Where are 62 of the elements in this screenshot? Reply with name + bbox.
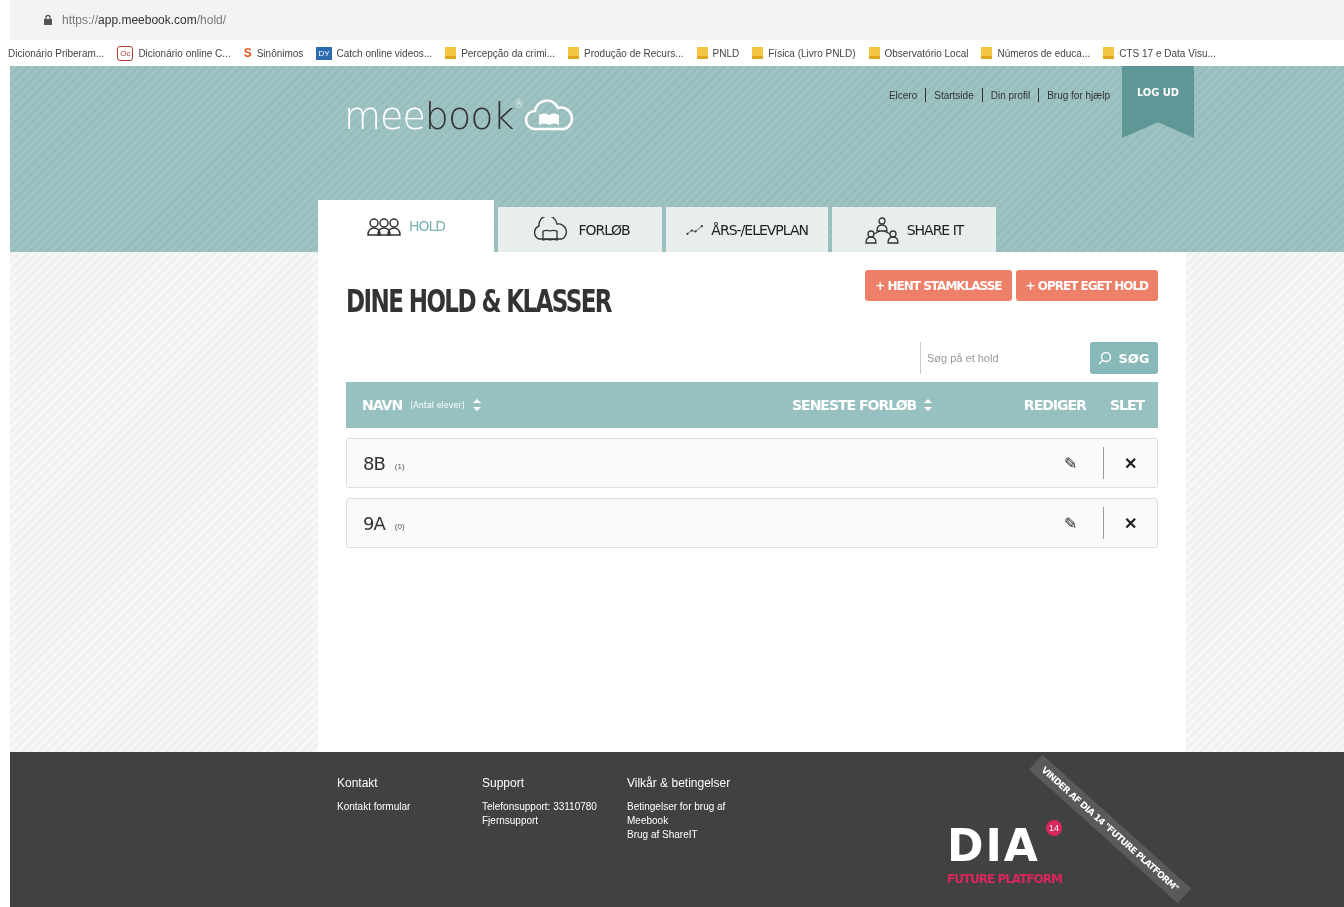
header-link[interactable]: Din profil bbox=[990, 89, 1031, 101]
bookmark[interactable]: Oc Dicionário online C... bbox=[117, 45, 231, 61]
table-row[interactable]: 8B (1) ✎ ✕ bbox=[346, 438, 1158, 488]
footer-heading: Vilkår & betingelser bbox=[627, 776, 732, 790]
column-label: SLET bbox=[1109, 397, 1144, 413]
footer-heading: Kontakt bbox=[337, 776, 379, 790]
folder-icon bbox=[868, 47, 880, 59]
folder-icon bbox=[981, 47, 993, 59]
folder-icon bbox=[752, 47, 764, 59]
column-label: SENESTE FORLØB bbox=[792, 397, 917, 413]
column-label: NAVN bbox=[362, 397, 403, 413]
tab[interactable]: ÅRS-/ELEVPLAN bbox=[666, 207, 828, 252]
footer-link[interactable]: Kontakt formular bbox=[337, 800, 482, 814]
search-icon bbox=[1098, 351, 1113, 365]
footer-link[interactable]: Meebook bbox=[627, 814, 772, 828]
student-count: (1) bbox=[394, 461, 405, 471]
share-people-icon bbox=[864, 215, 899, 244]
bookmark[interactable]: Dicionário Priberam... bbox=[8, 47, 105, 59]
bookmark[interactable]: Observatório Local bbox=[868, 47, 969, 59]
edit-button[interactable]: ✎ bbox=[1060, 453, 1081, 473]
edit-button[interactable]: ✎ bbox=[1060, 513, 1081, 533]
lock-icon bbox=[44, 15, 52, 25]
bookmark[interactable]: Física (Livro PNLD) bbox=[752, 47, 856, 59]
bookmark[interactable]: PNLD bbox=[696, 47, 740, 59]
footer-link[interactable]: Brug af ShareIT bbox=[627, 828, 772, 842]
bookmark[interactable]: Números de educa... bbox=[981, 47, 1091, 59]
team-name: 9A bbox=[363, 512, 385, 534]
meebook-logo[interactable]: meebook$^{®}$ bbox=[344, 94, 576, 138]
bookmark-icon: Oc bbox=[117, 45, 134, 61]
header-link[interactable]: Startside bbox=[934, 89, 974, 101]
bookmark-icon: DY bbox=[316, 46, 332, 60]
tab[interactable]: SHARE IT bbox=[832, 207, 996, 252]
delete-button[interactable]: ✕ bbox=[1120, 513, 1141, 533]
award-badge: 14 bbox=[1045, 820, 1062, 836]
footer-link[interactable]: Betingelser for brug af bbox=[627, 800, 772, 814]
header-link[interactable]: Brug for hjælp bbox=[1047, 89, 1110, 101]
table-row[interactable]: 9A (0) ✎ ✕ bbox=[346, 498, 1158, 548]
bookmark-icon: S bbox=[243, 46, 252, 60]
people-icon bbox=[366, 216, 401, 236]
sort-icon[interactable] bbox=[924, 399, 933, 411]
delete-button[interactable]: ✕ bbox=[1120, 453, 1141, 473]
folder-icon bbox=[1103, 47, 1115, 59]
url-text[interactable]: https://app.meebook.com/hold/ bbox=[62, 13, 227, 27]
tab[interactable]: FORLØB bbox=[498, 207, 662, 252]
footer-link[interactable]: Fjernsupport bbox=[482, 814, 627, 828]
page-title: DINE HOLD & KLASSER bbox=[346, 282, 611, 320]
footer-heading: Support bbox=[482, 776, 526, 790]
folder-icon bbox=[568, 47, 580, 59]
bookmark[interactable]: CTS 17 e Data Visu... bbox=[1103, 47, 1216, 59]
bookmark[interactable]: Produção de Recurs... bbox=[568, 47, 684, 59]
column-note: (Antal elever) bbox=[410, 400, 465, 410]
team-name: 8B bbox=[363, 452, 385, 474]
student-count: (0) bbox=[394, 521, 405, 531]
sort-icon[interactable] bbox=[472, 399, 481, 411]
header-link[interactable]: Elcero bbox=[888, 89, 918, 101]
folder-icon bbox=[445, 47, 457, 59]
footer-link[interactable]: Telefonsupport: 33110780 bbox=[482, 800, 627, 814]
bookmark[interactable]: Percepção da crimi... bbox=[445, 47, 556, 59]
bookmark[interactable]: DY Catch online videos... bbox=[316, 46, 433, 60]
bookmark[interactable]: S Sinônimos bbox=[243, 46, 304, 60]
column-label: REDIGER bbox=[1023, 397, 1086, 413]
folder-icon bbox=[696, 47, 708, 59]
